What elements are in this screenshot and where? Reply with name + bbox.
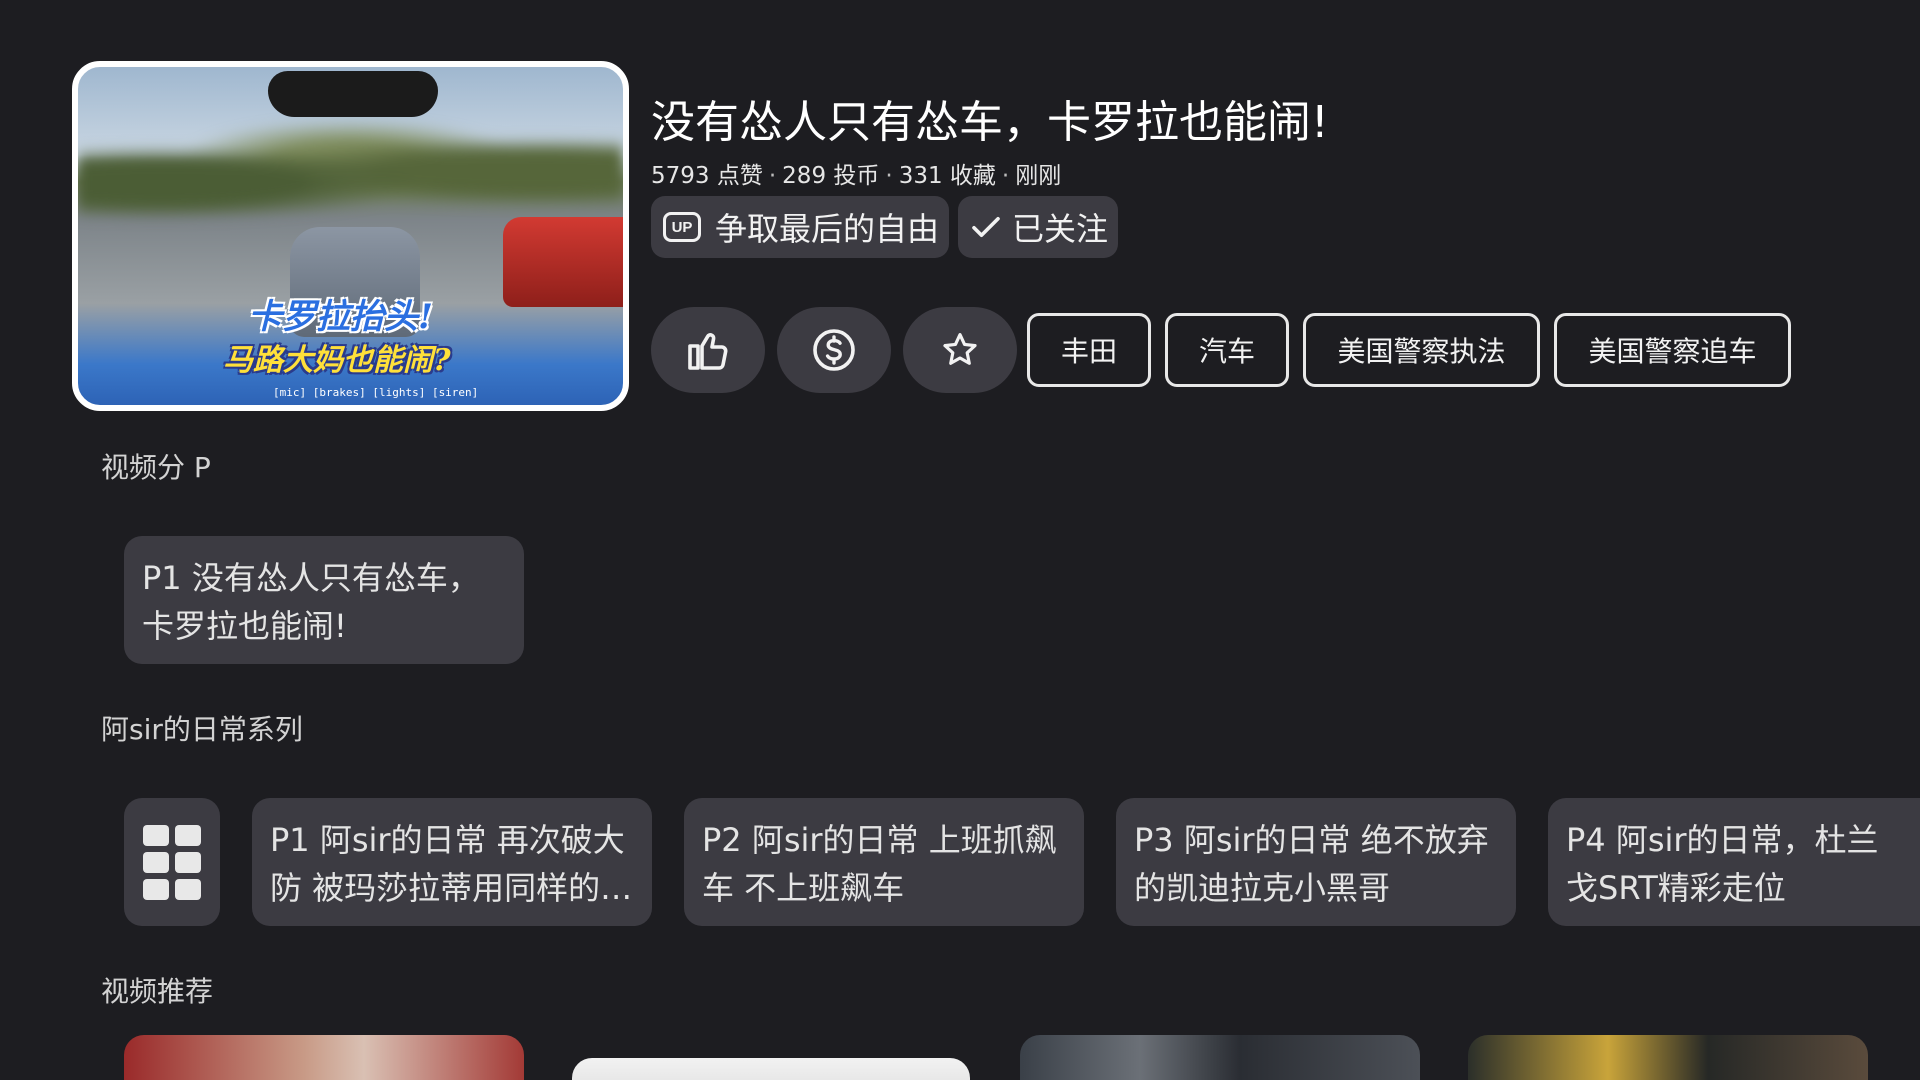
follow-label: 已关注 — [1012, 210, 1109, 248]
series-item-p1[interactable]: P1 阿sir的日常 再次破大防 被玛莎拉蒂用同样的… — [252, 798, 652, 926]
favorite-count: 331 收藏 — [898, 163, 996, 189]
series-grid-button[interactable] — [124, 798, 220, 926]
thumbnail-caption-1: 卡罗拉抬头! — [248, 297, 433, 337]
uploader-button[interactable]: UP 争取最后的自由 — [651, 196, 950, 258]
tag-us-police-enforcement[interactable]: 美国警察执法 — [1303, 313, 1540, 387]
thumbnail-mirror — [268, 71, 438, 117]
series-item-p2[interactable]: P2 阿sir的日常 上班抓飙车 不上班飙车 — [684, 798, 1084, 926]
video-stats: 5793 点赞 · 289 投币 · 331 收藏 · 刚刚 — [651, 156, 1061, 190]
tag-us-police-chase[interactable]: 美国警察追车 — [1554, 313, 1791, 387]
coin-icon — [813, 329, 855, 371]
recommend-card-4[interactable] — [1468, 1035, 1868, 1080]
coin-button[interactable] — [777, 307, 891, 393]
stat-separator: · — [885, 163, 893, 189]
thumbnail-red-truck — [503, 217, 623, 307]
favorite-button[interactable] — [903, 307, 1017, 393]
recommend-card-1[interactable] — [124, 1035, 524, 1080]
video-detail-page: 卡罗拉抬头! 马路大妈也能闹? [mic] [brakes] [lights] … — [0, 0, 1920, 1080]
up-badge-icon: UP — [663, 212, 701, 242]
star-icon — [943, 333, 977, 365]
series-item-label: P3 阿sir的日常 绝不放弃的凯迪拉克小黑哥 — [1134, 821, 1489, 907]
upload-time: 刚刚 — [1015, 163, 1062, 189]
part-item-p1[interactable]: P1 没有怂人只有怂车，卡罗拉也能闹! — [124, 536, 524, 664]
stat-separator: · — [768, 163, 777, 189]
series-item-p4[interactable]: P4 阿sir的日常，杜兰戈SRT精彩走位 — [1548, 798, 1920, 926]
series-section-title: 阿sir的日常系列 — [101, 713, 303, 746]
like-count: 5793 点赞 — [651, 163, 763, 189]
part-item-label: P1 没有怂人只有怂车，卡罗拉也能闹! — [142, 559, 480, 645]
series-item-p3[interactable]: P3 阿sir的日常 绝不放弃的凯迪拉克小黑哥 — [1116, 798, 1516, 926]
tag-toyota[interactable]: 丰田 — [1027, 313, 1151, 387]
parts-section-title: 视频分 P — [101, 451, 211, 484]
thumbnail-background — [78, 117, 623, 227]
check-icon — [972, 216, 1000, 238]
video-title: 没有怂人只有怂车，卡罗拉也能闹! — [651, 97, 1329, 148]
like-button[interactable] — [651, 307, 765, 393]
thumbnail-subtitle: [mic] [brakes] [lights] [siren] — [273, 386, 479, 399]
series-item-label: P4 阿sir的日常，杜兰戈SRT精彩走位 — [1566, 821, 1879, 907]
grid-icon — [143, 824, 201, 900]
uploader-name: 争取最后的自由 — [715, 210, 940, 248]
thumbs-up-icon — [688, 333, 728, 370]
series-item-label: P1 阿sir的日常 再次破大防 被玛莎拉蒂用同样的… — [270, 821, 633, 907]
tag-car[interactable]: 汽车 — [1165, 313, 1289, 387]
thumbnail-caption-2: 马路大妈也能闹? — [223, 343, 451, 378]
recommend-card-2[interactable] — [572, 1058, 970, 1080]
stat-separator: · — [1001, 163, 1010, 189]
follow-button[interactable]: 已关注 — [958, 196, 1119, 258]
recommend-card-3[interactable] — [1020, 1035, 1420, 1080]
coin-count: 289 投币 — [782, 163, 880, 189]
recommend-section-title: 视频推荐 — [101, 975, 214, 1008]
series-item-label: P2 阿sir的日常 上班抓飙车 不上班飙车 — [702, 821, 1057, 907]
video-thumbnail[interactable]: 卡罗拉抬头! 马路大妈也能闹? [mic] [brakes] [lights] … — [72, 61, 629, 411]
